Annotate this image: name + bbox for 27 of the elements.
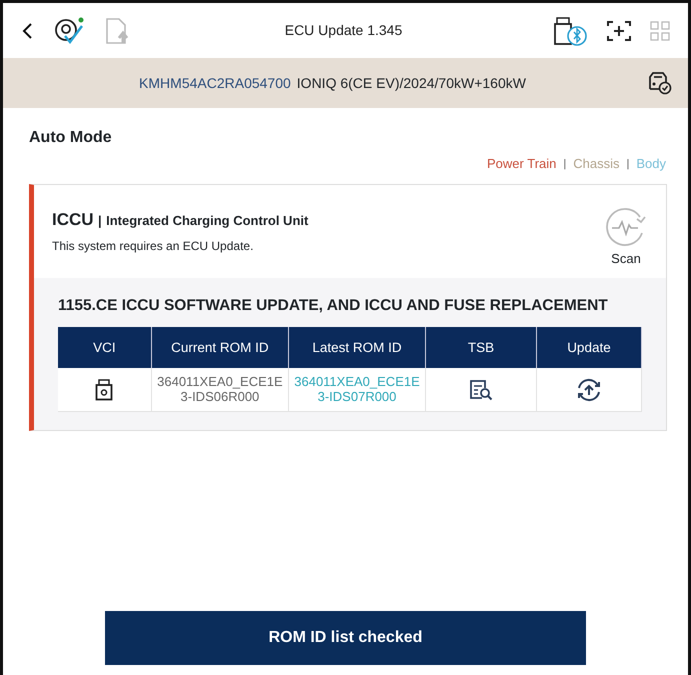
column-header: Current ROM ID [151,327,288,368]
column-header: VCI [58,327,152,368]
back-icon[interactable] [21,22,33,40]
current-rom-id: 364011XEA0_ECE1E3-IDS06R000 [157,374,283,404]
system-message: This system requires an ECU Update. [52,238,254,254]
separator: | [626,156,630,172]
filter-link[interactable]: Power Train [487,154,556,174]
column-header: TSB [426,327,536,368]
rom-checked-button[interactable]: ROM ID list checked [105,611,586,665]
column-header: Update [536,327,642,368]
system-code: ICCU [52,210,94,228]
column-header: Latest ROM ID [288,327,426,368]
bluetooth-vci-icon[interactable] [554,16,588,46]
document-search-icon[interactable] [469,378,493,400]
vin-text: KMHM54AC2RA054700 [139,74,291,90]
expand-icon[interactable] [606,20,632,42]
window-title: ECU Update 1.345 [284,21,404,40]
update-title: 1155.CE ICCU SOFTWARE UPDATE, AND ICCU AND FUSE REPLACEMENT [58,296,609,316]
filter-link[interactable]: Chassis [573,154,620,174]
vci-icon[interactable] [95,378,114,400]
system-name: Integrated Charging Control Unit [106,212,308,228]
section-title: Auto Mode [28,128,113,148]
vehicle-model: IONIQ 6(CE EV)/2024/70kW+160kW [296,74,526,90]
separator: | [98,212,102,228]
scan-label: Scan [611,250,641,268]
latest-rom-id: 364011XEA0_ECE1E3-IDS07R000 [294,374,420,404]
separator: | [563,156,566,172]
